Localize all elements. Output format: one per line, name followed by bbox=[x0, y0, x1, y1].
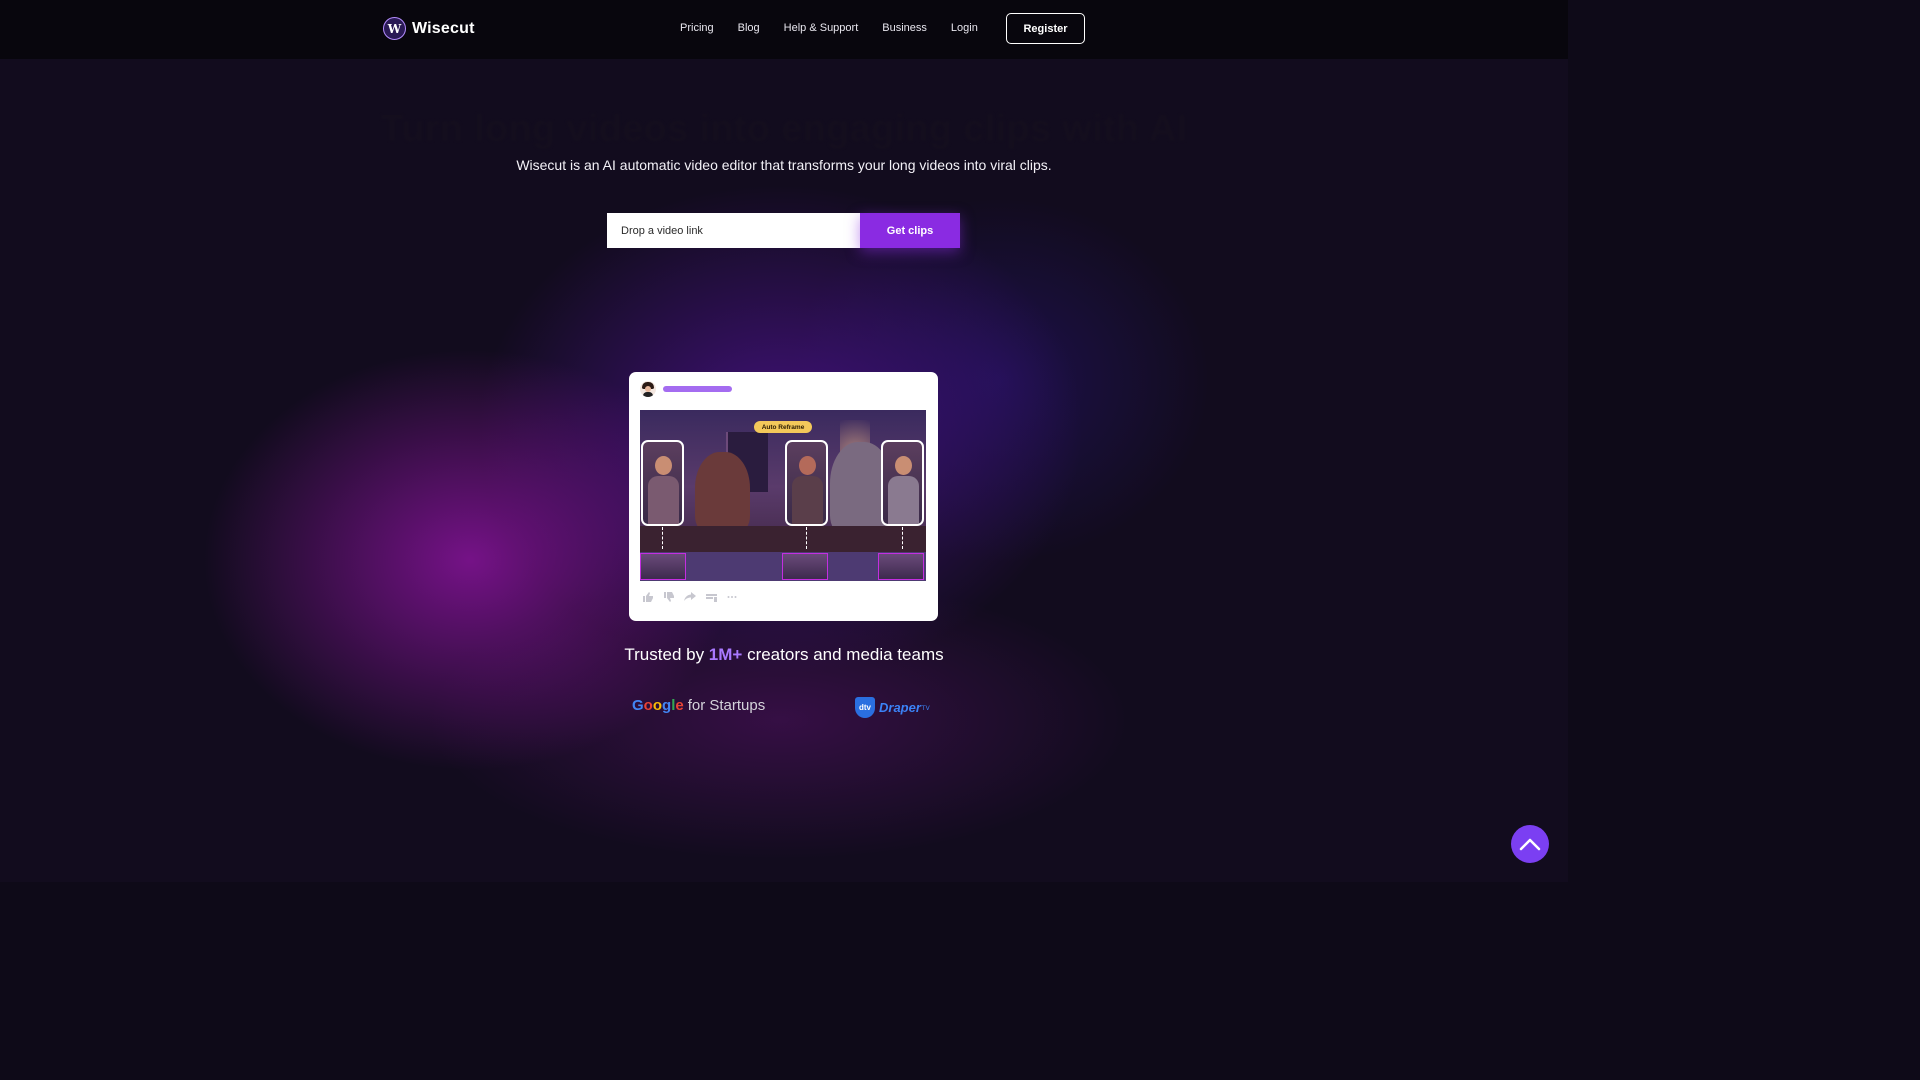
save-icon bbox=[706, 594, 717, 602]
post-actions bbox=[642, 592, 737, 602]
trusted-count: 1M+ bbox=[708, 645, 743, 664]
nav-links: Pricing Blog Help & Support Business Log… bbox=[680, 22, 978, 34]
get-clips-button[interactable]: Get clips bbox=[860, 213, 960, 248]
video-link-input[interactable] bbox=[607, 213, 860, 248]
clip-preview-card: Auto Reframe bbox=[629, 372, 938, 621]
draper-name: Draper bbox=[879, 700, 921, 715]
google-for-startups-logo: Google for Startups bbox=[632, 697, 765, 714]
logo[interactable]: W Wisecut bbox=[383, 17, 475, 40]
hero-subtitle: Wisecut is an AI automatic video editor … bbox=[516, 157, 1052, 173]
nav-link-login[interactable]: Login bbox=[951, 22, 978, 34]
reframe-crop bbox=[881, 440, 924, 526]
nav-link-pricing[interactable]: Pricing bbox=[680, 22, 714, 34]
trusted-by-text: Trusted by 1M+ creators and media teams bbox=[0, 645, 1568, 665]
scroll-to-top-button[interactable] bbox=[1511, 825, 1549, 863]
google-suffix: for Startups bbox=[687, 697, 766, 714]
register-button[interactable]: Register bbox=[1006, 13, 1085, 44]
trusted-suffix: creators and media teams bbox=[742, 645, 944, 664]
chevron-up-icon bbox=[1519, 838, 1541, 851]
draper-shield-icon: dtv bbox=[855, 697, 875, 718]
title-placeholder-bar bbox=[663, 386, 732, 392]
google-wordmark: Google bbox=[632, 697, 684, 714]
nav-link-help-support[interactable]: Help & Support bbox=[784, 22, 859, 34]
share-icon bbox=[684, 592, 696, 601]
timeline-clip bbox=[878, 553, 924, 580]
trusted-prefix: Trusted by bbox=[624, 645, 709, 664]
draper-sup: TV bbox=[921, 705, 930, 712]
auto-reframe-badge: Auto Reframe bbox=[754, 421, 812, 433]
top-navbar: W Wisecut Pricing Blog Help & Support Bu… bbox=[0, 0, 1568, 59]
reframe-crop bbox=[785, 440, 828, 526]
logo-icon: W bbox=[383, 17, 406, 40]
timeline-clip bbox=[782, 553, 828, 580]
reframe-crop bbox=[641, 440, 684, 526]
video-preview: Auto Reframe bbox=[640, 410, 926, 581]
logo-text: Wisecut bbox=[412, 19, 475, 37]
nav-link-business[interactable]: Business bbox=[882, 22, 927, 34]
draper-tv-logo: dtv Draper TV bbox=[855, 697, 930, 718]
person-silhouette bbox=[695, 452, 750, 532]
nav-link-blog[interactable]: Blog bbox=[738, 22, 760, 34]
timeline-clip bbox=[640, 553, 686, 580]
avatar bbox=[640, 381, 656, 397]
hero-headline: Turn long videos into engaging clips wit… bbox=[380, 108, 1188, 150]
thumbs-down-icon bbox=[664, 592, 674, 602]
more-icon bbox=[727, 596, 737, 598]
thumbs-up-icon bbox=[643, 592, 653, 602]
